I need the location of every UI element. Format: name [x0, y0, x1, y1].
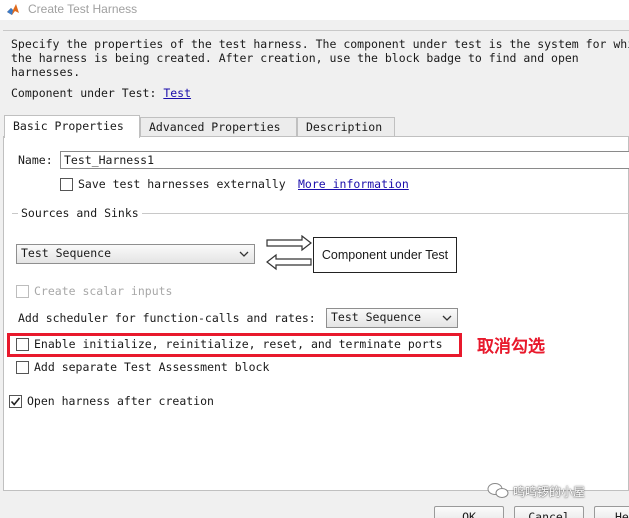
tab-description[interactable]: Description — [297, 117, 395, 137]
check-mark-icon — [10, 397, 21, 406]
scheduler-label: Add scheduler for function-calls and rat… — [18, 311, 316, 325]
cancel-button[interactable]: Cancel — [514, 506, 584, 518]
component-under-test-block: Component under Test — [313, 237, 457, 273]
tab-advanced-properties[interactable]: Advanced Properties — [140, 117, 297, 137]
create-scalar-inputs-label: Create scalar inputs — [34, 284, 173, 298]
name-input[interactable]: Test_Harness1 — [60, 151, 629, 169]
tab-basic-properties[interactable]: Basic Properties — [4, 115, 140, 138]
title-bar: Create Test Harness — [0, 0, 629, 20]
save-externally-checkbox[interactable] — [60, 178, 73, 191]
name-label: Name: — [18, 153, 53, 167]
watermark: 呜呜锣的小屋 — [487, 481, 585, 501]
matlab-logo-icon — [7, 4, 19, 15]
add-assessment-block-checkbox[interactable] — [16, 361, 29, 374]
description-text: Specify the properties of the test harne… — [11, 37, 629, 79]
source-dropdown[interactable]: Test Sequence — [16, 244, 255, 264]
highlight-box — [7, 333, 462, 357]
scheduler-dropdown[interactable]: Test Sequence — [326, 308, 458, 328]
sources-and-sinks-title: Sources and Sinks — [18, 206, 142, 220]
chevron-down-icon — [442, 315, 452, 321]
open-after-creation-label: Open harness after creation — [27, 394, 214, 408]
more-information-link[interactable]: More information — [298, 177, 409, 191]
help-button[interactable]: He — [594, 506, 629, 518]
wechat-icon — [487, 483, 509, 498]
save-externally-label: Save test harnesses externally — [78, 177, 286, 191]
add-assessment-block-label: Add separate Test Assessment block — [34, 360, 270, 374]
watermark-text: 呜呜锣的小屋 — [513, 484, 586, 499]
component-under-test-link[interactable]: Test — [163, 86, 191, 100]
signal-arrows-icon — [266, 235, 312, 271]
window-title: Create Test Harness — [28, 2, 138, 16]
component-under-test-line: Component under Test: Test — [11, 86, 191, 100]
ok-button[interactable]: OK — [434, 506, 504, 518]
annotation-text: 取消勾选 — [477, 337, 545, 357]
create-scalar-inputs-checkbox[interactable] — [16, 285, 29, 298]
source-dropdown-value: Test Sequence — [21, 246, 112, 260]
basic-properties-panel: Name: Test_Harness1 Save test harnesses … — [3, 136, 629, 491]
description-area: Specify the properties of the test harne… — [3, 30, 629, 108]
open-after-creation-checkbox[interactable] — [9, 395, 22, 408]
scheduler-dropdown-value: Test Sequence — [331, 310, 422, 324]
component-under-test-label: Component under Test: — [11, 86, 164, 100]
chevron-down-icon — [239, 251, 249, 257]
